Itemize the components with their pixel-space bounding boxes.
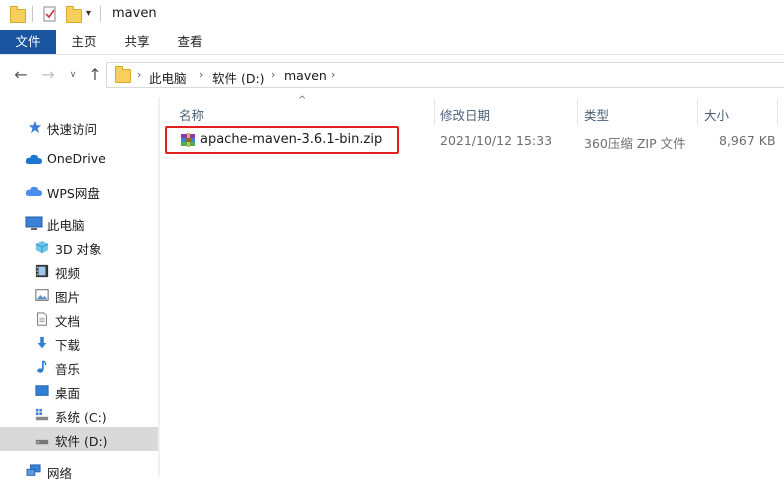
separator bbox=[100, 6, 101, 22]
sidebar-item-label: 3D 对象 bbox=[55, 242, 102, 257]
sidebar-item-music[interactable]: 音乐 bbox=[0, 355, 158, 379]
breadcrumb-separator-icon[interactable]: › bbox=[199, 68, 203, 81]
navigation-pane: 快速访问 OneDrive WPS网盘 此电脑 3D 对象 视频 图片 文档 下… bbox=[0, 97, 160, 481]
tab-view[interactable]: 查看 bbox=[162, 30, 218, 54]
new-folder-icon[interactable] bbox=[66, 6, 82, 23]
sidebar-item-label: 视频 bbox=[55, 266, 81, 281]
highlight-box bbox=[165, 126, 399, 154]
navigation-bar: ← → ∨ ↑ › 此电脑 › 软件 (D:) › maven › bbox=[0, 55, 784, 97]
pictures-icon bbox=[35, 289, 49, 301]
documents-icon bbox=[37, 312, 47, 326]
breadcrumb-separator-icon[interactable]: › bbox=[331, 68, 335, 81]
forward-arrow-icon[interactable]: → bbox=[37, 64, 59, 86]
ribbon-tabs: 文件 主页 共享 查看 bbox=[0, 30, 784, 55]
sort-ascending-icon: ^ bbox=[298, 95, 307, 106]
sidebar-item-documents[interactable]: 文档 bbox=[0, 307, 158, 331]
tab-share[interactable]: 共享 bbox=[112, 30, 162, 54]
sidebar-item-label: 系统 (C:) bbox=[55, 410, 107, 425]
column-divider[interactable] bbox=[577, 99, 578, 125]
folder-icon bbox=[115, 66, 131, 83]
column-header-type[interactable]: 类型 bbox=[584, 105, 609, 124]
folder-icon bbox=[10, 6, 26, 23]
3d-objects-icon bbox=[35, 240, 49, 254]
title-bar: ▾ maven bbox=[0, 0, 784, 30]
breadcrumb-this-pc[interactable]: 此电脑 bbox=[149, 68, 187, 87]
sidebar-item-label: 网络 bbox=[47, 466, 73, 481]
file-date-modified: 2021/10/12 15:33 bbox=[440, 133, 553, 148]
sidebar-item-desktop[interactable]: 桌面 bbox=[0, 379, 158, 403]
breadcrumb-drive-d[interactable]: 软件 (D:) bbox=[212, 68, 265, 87]
cloud-icon bbox=[25, 154, 42, 164]
window-title: maven bbox=[112, 6, 157, 21]
sidebar-item-wps-cloud[interactable]: WPS网盘 bbox=[0, 179, 158, 203]
up-arrow-icon[interactable]: ↑ bbox=[84, 64, 106, 86]
breadcrumb-maven[interactable]: maven bbox=[284, 68, 327, 83]
column-divider[interactable] bbox=[777, 99, 778, 125]
file-type: 360压缩 ZIP 文件 bbox=[584, 136, 686, 151]
sidebar-item-network[interactable]: 网络 bbox=[0, 459, 158, 483]
sidebar-item-label: 快速访问 bbox=[47, 122, 98, 137]
video-icon bbox=[35, 264, 49, 278]
sidebar-item-label: 图片 bbox=[55, 290, 81, 305]
column-header-size[interactable]: 大小 bbox=[704, 105, 729, 124]
sidebar-item-label: 下载 bbox=[55, 338, 81, 353]
column-header-date-modified[interactable]: 修改日期 bbox=[440, 105, 490, 124]
address-bar[interactable]: › 此电脑 › 软件 (D:) › maven › bbox=[106, 62, 784, 88]
breadcrumb-separator-icon[interactable]: › bbox=[137, 68, 141, 81]
sidebar-item-onedrive[interactable]: OneDrive bbox=[0, 147, 158, 171]
sidebar-item-this-pc[interactable]: 此电脑 bbox=[0, 211, 158, 235]
sidebar-item-videos[interactable]: 视频 bbox=[0, 259, 158, 283]
column-header-name[interactable]: 名称 bbox=[179, 105, 204, 124]
download-icon bbox=[37, 336, 47, 349]
desktop-icon bbox=[35, 385, 49, 396]
sidebar-item-label: OneDrive bbox=[47, 151, 106, 166]
breadcrumb-separator-icon[interactable]: › bbox=[271, 68, 275, 81]
star-icon bbox=[28, 120, 42, 134]
column-divider[interactable] bbox=[697, 99, 698, 125]
drive-icon bbox=[35, 408, 49, 421]
sidebar-item-3d-objects[interactable]: 3D 对象 bbox=[0, 235, 158, 259]
file-list-view: ^ 名称 修改日期 类型 大小 apache-maven-3.6.1-bin.z… bbox=[160, 95, 784, 476]
music-icon bbox=[37, 360, 47, 373]
back-arrow-icon[interactable]: ← bbox=[10, 64, 32, 86]
computer-icon bbox=[25, 216, 43, 230]
recent-locations-chevron-icon[interactable]: ∨ bbox=[62, 64, 84, 86]
file-size: 8,967 KB bbox=[719, 133, 776, 148]
sidebar-item-label: 软件 (D:) bbox=[55, 434, 108, 449]
sidebar-item-label: 桌面 bbox=[55, 386, 81, 401]
column-divider[interactable] bbox=[434, 99, 435, 125]
sidebar-item-label: 此电脑 bbox=[47, 218, 85, 233]
sidebar-item-drive-c[interactable]: 系统 (C:) bbox=[0, 403, 158, 427]
drive-icon bbox=[35, 439, 49, 445]
wps-cloud-icon bbox=[25, 186, 42, 196]
separator bbox=[32, 6, 33, 22]
sidebar-item-quick-access[interactable]: 快速访问 bbox=[0, 115, 158, 139]
sidebar-item-label: 音乐 bbox=[55, 362, 81, 377]
sidebar-item-pictures[interactable]: 图片 bbox=[0, 283, 158, 307]
properties-icon[interactable] bbox=[42, 6, 58, 22]
sidebar-item-label: 文档 bbox=[55, 314, 81, 329]
sidebar-item-label: WPS网盘 bbox=[47, 186, 100, 201]
sidebar-item-drive-d[interactable]: 软件 (D:) bbox=[0, 427, 158, 451]
tab-file[interactable]: 文件 bbox=[0, 30, 56, 54]
sidebar-item-downloads[interactable]: 下载 bbox=[0, 331, 158, 355]
tab-home[interactable]: 主页 bbox=[56, 30, 112, 54]
